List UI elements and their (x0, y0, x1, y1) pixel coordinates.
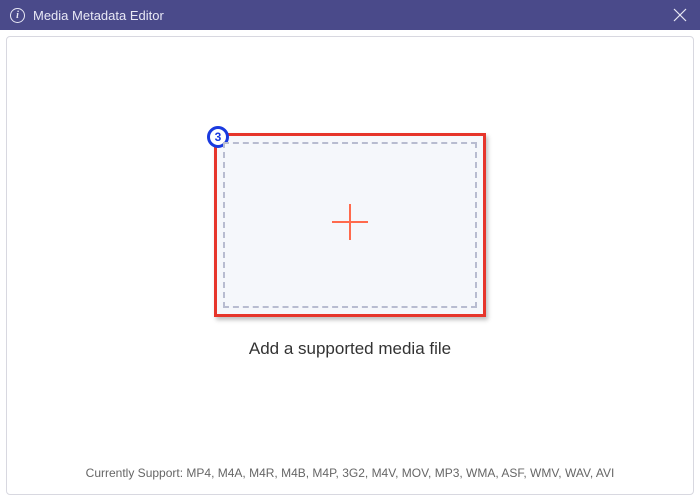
supported-formats-label: Currently Support: (86, 466, 187, 480)
supported-formats: Currently Support: MP4, M4A, M4R, M4B, M… (7, 466, 693, 480)
info-icon: i (10, 8, 25, 23)
titlebar: i Media Metadata Editor (0, 0, 700, 30)
plus-icon (328, 200, 372, 249)
close-icon (673, 8, 687, 22)
instruction-text: Add a supported media file (249, 339, 451, 359)
drop-area-wrap: 3 Add a supported media file (214, 133, 486, 359)
dropzone-highlight: 3 (214, 133, 486, 317)
close-button[interactable] (670, 5, 690, 25)
main-content: 3 Add a supported media file Currently S… (6, 36, 694, 495)
window-title: Media Metadata Editor (33, 8, 670, 23)
add-file-dropzone[interactable] (223, 142, 477, 308)
supported-formats-list: MP4, M4A, M4R, M4B, M4P, 3G2, M4V, MOV, … (186, 466, 614, 480)
